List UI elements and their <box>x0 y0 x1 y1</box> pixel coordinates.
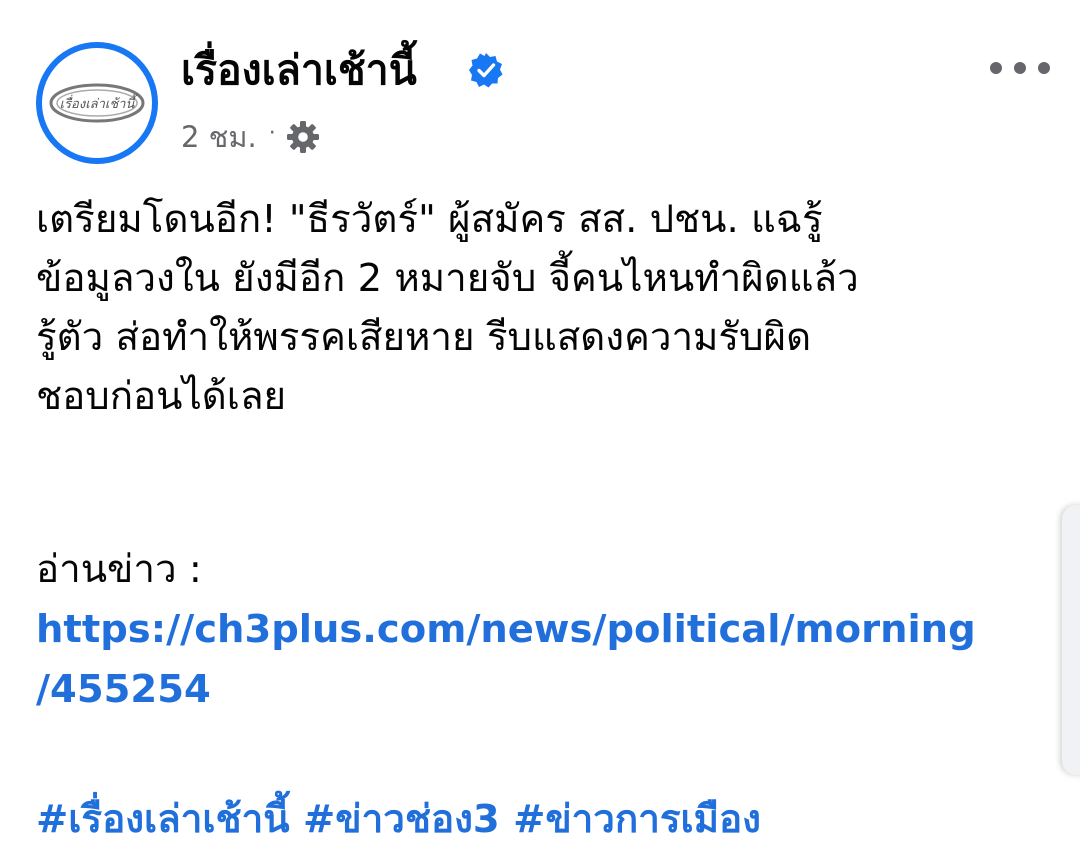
more-dot <box>1014 62 1026 74</box>
news-link-line[interactable]: https://ch3plus.com/news/political/morni… <box>36 600 976 660</box>
gear-icon[interactable] <box>286 120 320 154</box>
post-body-line: ข้อมูลวงใน ยังมีอีก 2 หมายจับ จี้คนไหนทำ… <box>36 256 859 301</box>
scroll-handle[interactable] <box>1062 505 1080 775</box>
hashtag-link[interactable]: #ข่าวช่อง3 <box>303 797 500 842</box>
read-news-label: อ่านข่าว : <box>36 547 202 592</box>
news-link[interactable]: https://ch3plus.com/news/political/morni… <box>36 600 976 720</box>
more-dot <box>990 62 1002 74</box>
more-dot <box>1038 62 1050 74</box>
more-options-icon[interactable] <box>990 54 1050 82</box>
post-meta: 2 ชม. · <box>181 116 320 158</box>
news-link-line[interactable]: /455254 <box>36 660 976 720</box>
logo-text: เรื่องเล่าเช้านี้ <box>60 94 138 112</box>
logo-mark: เรื่องเล่าเช้านี้ <box>49 83 145 123</box>
post-body-line: เตรียมโดนอีก! "ธีรวัตร์" ผู้สมัคร สส. ปช… <box>36 197 823 242</box>
hashtag-link[interactable]: #เรื่องเล่าเช้านี้ <box>36 797 290 842</box>
hashtag-link[interactable]: #ข่าวการเมือง <box>513 797 761 842</box>
page-avatar[interactable]: เรื่องเล่าเช้านี้ <box>36 42 158 164</box>
post-body-line: รู้ตัว ส่อทำให้พรรคเสียหาย รีบแสดงความรั… <box>36 315 812 360</box>
facebook-post: เรื่องเล่าเช้านี้ เรื่องเล่าเช้านี้ 2 ชม… <box>0 0 1080 866</box>
page-name-link[interactable]: เรื่องเล่าเช้านี้ <box>181 42 417 98</box>
post-body-line: ชอบก่อนได้เลย <box>36 374 287 419</box>
avatar-logo: เรื่องเล่าเช้านี้ <box>42 48 152 158</box>
meta-separator: · <box>268 120 276 146</box>
hashtags: #เรื่องเล่าเช้านี้ #ข่าวช่อง3 #ข่าวการเม… <box>36 790 761 850</box>
post-timestamp[interactable]: 2 ชม. <box>181 114 257 160</box>
post-body: เตรียมโดนอีก! "ธีรวัตร์" ผู้สมัคร สส. ปช… <box>36 190 1036 426</box>
verified-badge-icon <box>469 53 503 88</box>
